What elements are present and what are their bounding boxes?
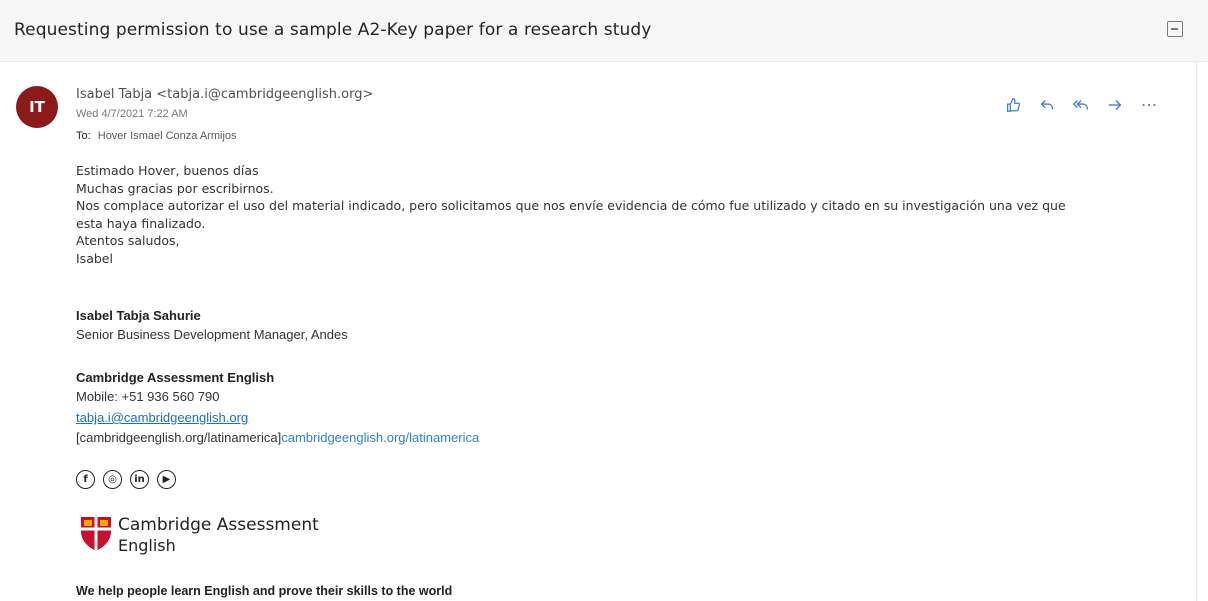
logo-line1: Cambridge Assessment [118,515,319,535]
reply-all-icon[interactable] [1064,92,1098,118]
body-line: Muchas gracias por escribirnos. [76,180,274,196]
reading-pane-border [1196,62,1197,601]
email-subject: Requesting permission to use a sample A2… [14,20,652,40]
instagram-icon[interactable]: ◎ [103,470,122,489]
youtube-icon[interactable]: ▶ [157,470,176,489]
signature-email-link[interactable]: tabja.i@cambridgeenglish.org [76,409,248,426]
email-body: Estimado Hover, buenos días Muchas graci… [76,162,1176,267]
website-text: [cambridgeenglish.org/latinamerica] [76,430,282,445]
body-line: Estimado Hover, buenos días [76,163,259,178]
collapse-icon[interactable] [1167,21,1183,37]
signature-mobile: Mobile: +51 936 560 790 [76,389,220,404]
avatar[interactable]: IT [16,86,58,128]
to-label: To: [76,130,91,142]
like-icon[interactable] [996,92,1030,118]
sender[interactable]: Isabel Tabja <tabja.i@cambridgeenglish.o… [76,87,373,102]
signature-name: Isabel Tabja Sahurie [76,308,201,323]
body-line: Atentos saludos, [76,233,180,248]
sent-date: Wed 4/7/2021 7:22 AM [76,108,188,120]
social-links: f ◎ in ▶ [76,470,176,489]
signature-tagline: We help people learn English and prove t… [76,584,453,598]
message-actions [996,92,1166,118]
body-line: Nos complace autorizar el uso del materi… [76,198,1066,213]
recipient-name[interactable]: Hover Ismael Conza Armijos [98,130,237,142]
cambridge-logo: Cambridge Assessment English [80,514,320,556]
cambridge-shield-icon [81,517,111,551]
signature-role: Senior Business Development Manager, And… [76,327,348,342]
linkedin-icon[interactable]: in [130,470,149,489]
signature-org: Cambridge Assessment English [76,370,275,385]
website-link[interactable]: cambridgeenglish.org/latinamerica [281,430,479,445]
body-line: Isabel [76,250,113,266]
facebook-icon[interactable]: f [76,470,95,489]
reply-icon[interactable] [1030,92,1064,118]
logo-line2: English [118,536,176,555]
more-icon[interactable] [1132,92,1166,118]
recipient-line: To: Hover Ismael Conza Armijos [76,130,237,142]
subject-bar: Requesting permission to use a sample A2… [0,0,1208,62]
forward-icon[interactable] [1098,92,1132,118]
body-line: esta haya finalizado. [76,215,206,231]
signature-website: [cambridgeenglish.org/latinamerica]cambr… [76,429,479,446]
